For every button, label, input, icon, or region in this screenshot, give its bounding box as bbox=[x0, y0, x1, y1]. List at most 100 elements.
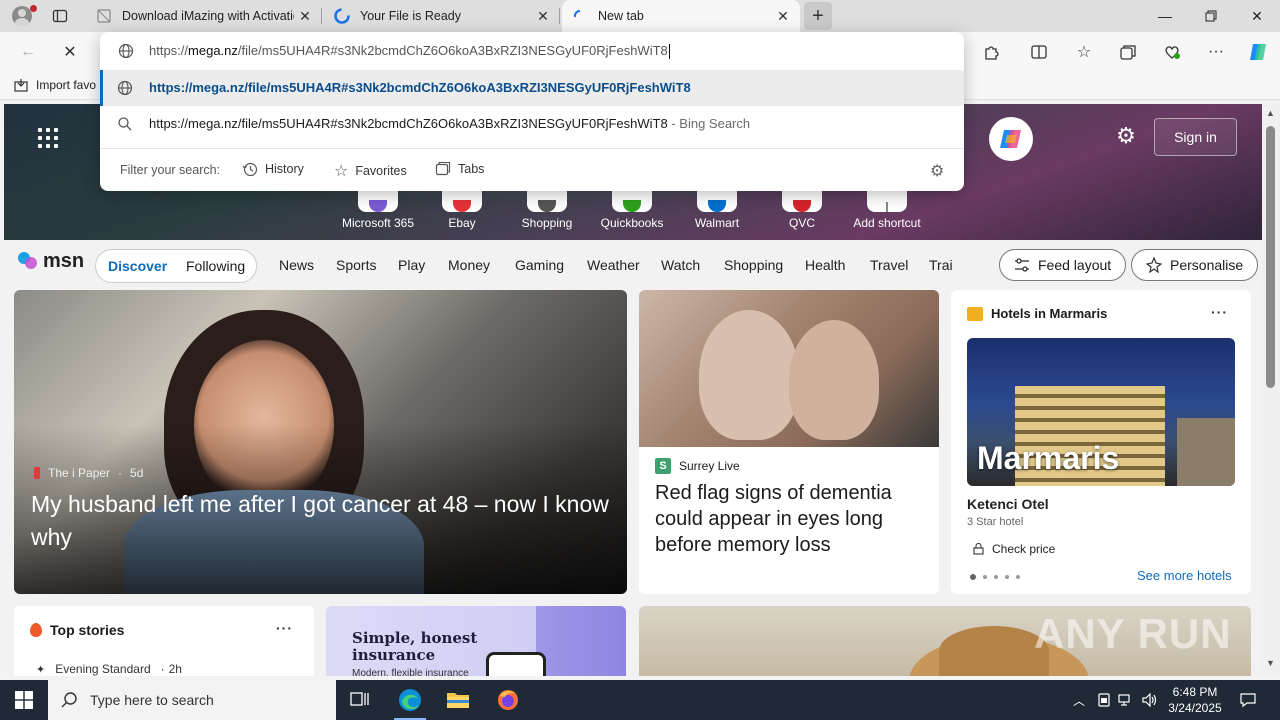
close-tab-icon[interactable]: ✕ bbox=[532, 5, 554, 27]
filter-favorites-label: Favorites bbox=[355, 164, 407, 178]
page-scrollbar[interactable]: ▲ ▼ bbox=[1262, 104, 1280, 676]
hotels-card: Hotels in Marmaris ··· Marmaris Ketenci … bbox=[951, 290, 1251, 594]
copilot-toolbar-button[interactable] bbox=[1242, 36, 1274, 68]
nav-weather[interactable]: Weather bbox=[587, 257, 640, 273]
close-tab-icon[interactable]: ✕ bbox=[294, 5, 316, 27]
globe-icon bbox=[118, 43, 134, 59]
msn-navigation: msn Discover Following News Sports Play … bbox=[4, 240, 1262, 290]
address-bar-input[interactable]: https://mega.nz/file/ms5UHA4R#s3Nk2bcmdC… bbox=[100, 32, 964, 70]
hotel-name[interactable]: Ketenci Otel bbox=[967, 496, 1049, 512]
story-headline[interactable]: My husband left me after I got cancer at… bbox=[31, 488, 611, 554]
suggestion-bing-search[interactable]: https://mega.nz/file/ms5UHA4R#s3Nk2bcmdC… bbox=[100, 106, 964, 142]
close-window-button[interactable]: ✕ bbox=[1234, 0, 1280, 32]
filter-history[interactable]: History bbox=[242, 161, 304, 177]
shortcut-label: Ebay bbox=[448, 216, 476, 230]
taskbar-clock[interactable]: 6:48 PM 3/24/2025 bbox=[1160, 684, 1230, 716]
msn-logo[interactable]: msn bbox=[16, 249, 84, 273]
minimize-button[interactable]: — bbox=[1142, 0, 1188, 32]
feed-toggle: Discover Following bbox=[95, 249, 257, 283]
insurance-ad-card[interactable]: Simple, honest insurance Modern, flexibl… bbox=[326, 606, 626, 676]
copilot-button[interactable] bbox=[989, 117, 1033, 161]
nav-traffic[interactable]: Trai bbox=[929, 257, 953, 273]
nav-health[interactable]: Health bbox=[805, 257, 845, 273]
nav-play[interactable]: Play bbox=[398, 257, 425, 273]
tab-your-file-ready[interactable]: Your File is Ready ✕ bbox=[324, 0, 560, 32]
close-tab-icon[interactable]: ✕ bbox=[772, 5, 794, 27]
tab-new-tab[interactable]: New tab ✕ bbox=[562, 0, 800, 32]
extensions-button[interactable] bbox=[975, 36, 1007, 68]
suggestion-text: https://mega.nz/file/ms5UHA4R#s3Nk2bcmdC… bbox=[149, 116, 750, 131]
restore-icon bbox=[1205, 10, 1217, 22]
filter-favorites[interactable]: ☆ Favorites bbox=[334, 161, 407, 181]
check-price-link[interactable]: Check price bbox=[973, 542, 1055, 556]
new-tab-button[interactable]: + bbox=[804, 2, 832, 30]
story-source: ✦ Evening Standard · 2h bbox=[36, 662, 182, 676]
split-screen-button[interactable] bbox=[1023, 36, 1055, 68]
nav-travel[interactable]: Travel bbox=[870, 257, 908, 273]
anyrun-watermark: ANY RUN bbox=[1034, 610, 1232, 657]
profile-button[interactable] bbox=[6, 2, 38, 30]
settings-more-button[interactable]: ··· bbox=[1200, 36, 1232, 68]
nav-gaming[interactable]: Gaming bbox=[515, 257, 564, 273]
quickbooks-icon bbox=[623, 200, 641, 212]
text-caret bbox=[668, 44, 670, 60]
scrollbar-thumb[interactable] bbox=[1266, 126, 1275, 388]
dementia-story-card[interactable]: S Surrey Live Red flag signs of dementia… bbox=[639, 290, 939, 594]
taskbar-edge[interactable] bbox=[386, 680, 434, 720]
split-screen-icon bbox=[1031, 45, 1047, 59]
edge-loading-icon bbox=[334, 8, 350, 24]
hero-story-card[interactable]: The i Paper · 5d My husband left me afte… bbox=[14, 290, 627, 594]
search-settings-button[interactable]: ⚙ bbox=[930, 161, 944, 181]
performance-button[interactable] bbox=[1156, 36, 1188, 68]
collections-button[interactable] bbox=[1112, 36, 1144, 68]
heart-pulse-icon bbox=[1165, 46, 1180, 59]
tray-device-icon[interactable] bbox=[1094, 680, 1114, 720]
show-hidden-icons-button[interactable]: ︿ bbox=[1068, 680, 1090, 720]
task-view-button[interactable] bbox=[336, 680, 384, 720]
shortcut-label: Add shortcut bbox=[853, 216, 921, 230]
tab-following[interactable]: Following bbox=[186, 258, 245, 274]
nav-watch[interactable]: Watch bbox=[661, 257, 700, 273]
notifications-button[interactable] bbox=[1234, 680, 1262, 720]
story-source: S Surrey Live bbox=[655, 458, 740, 474]
taskbar-file-explorer[interactable] bbox=[434, 680, 482, 720]
import-icon bbox=[14, 79, 28, 92]
tab-actions-button[interactable] bbox=[46, 4, 74, 28]
personalise-button[interactable]: Personalise bbox=[1131, 249, 1259, 281]
restore-button[interactable] bbox=[1188, 0, 1234, 32]
sign-in-button[interactable]: Sign in bbox=[1154, 118, 1237, 156]
story-headline[interactable]: Red flag signs of dementia could appear … bbox=[655, 480, 925, 558]
see-more-hotels-link[interactable]: See more hotels bbox=[1137, 568, 1232, 583]
nav-news[interactable]: News bbox=[279, 257, 314, 273]
nav-money[interactable]: Money bbox=[448, 257, 490, 273]
star-icon: ☆ bbox=[1076, 44, 1092, 61]
globe-icon bbox=[117, 80, 133, 96]
stop-button[interactable]: ✕ bbox=[54, 36, 86, 68]
feed-layout-button[interactable]: Feed layout bbox=[999, 249, 1127, 281]
more-options-icon[interactable]: ··· bbox=[276, 620, 293, 636]
nav-sports[interactable]: Sports bbox=[336, 257, 376, 273]
tray-network-icon[interactable] bbox=[1116, 680, 1136, 720]
firefox-icon bbox=[498, 690, 518, 710]
taskbar-firefox[interactable] bbox=[484, 680, 532, 720]
carousel-dots[interactable] bbox=[970, 574, 1020, 580]
page-settings-button[interactable]: ⚙ bbox=[1114, 124, 1138, 148]
more-options-icon[interactable]: ··· bbox=[1211, 304, 1228, 320]
back-button[interactable]: ← bbox=[12, 36, 44, 68]
filter-tabs[interactable]: Tabs bbox=[435, 161, 484, 177]
scroll-up-icon[interactable]: ▲ bbox=[1266, 108, 1275, 118]
scroll-down-icon[interactable]: ▼ bbox=[1266, 658, 1275, 668]
suggestion-url[interactable]: https://mega.nz/file/ms5UHA4R#s3Nk2bcmdC… bbox=[100, 70, 964, 106]
nav-shopping[interactable]: Shopping bbox=[724, 257, 783, 273]
hotel-image[interactable]: Marmaris bbox=[967, 338, 1235, 486]
start-button[interactable] bbox=[0, 680, 48, 720]
tray-volume-icon[interactable] bbox=[1140, 680, 1160, 720]
sparkle-star-icon bbox=[1146, 257, 1162, 273]
favorites-button[interactable]: ☆ bbox=[1068, 36, 1100, 68]
taskbar-search-box[interactable]: Type here to search bbox=[48, 680, 336, 720]
tab-discover[interactable]: Discover bbox=[108, 258, 167, 274]
app-launcher-icon[interactable] bbox=[38, 128, 58, 148]
page-icon bbox=[96, 8, 112, 24]
import-favorites-button[interactable]: Import favo bbox=[14, 78, 96, 92]
tab-download-imazing[interactable]: Download iMazing with Activatio ✕ bbox=[86, 0, 322, 32]
